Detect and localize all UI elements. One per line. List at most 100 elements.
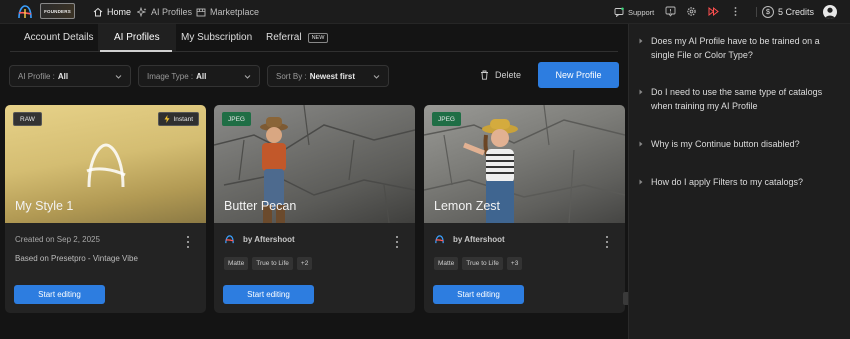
author-name: by Aftershoot bbox=[243, 235, 295, 244]
profile-card[interactable]: RAW Instant My Style 1 Created on Sep 2,… bbox=[5, 105, 206, 313]
chevron-down-icon bbox=[115, 75, 122, 79]
filter-label: Sort By : bbox=[276, 71, 307, 81]
account-tabs: Account Details AI Profiles My Subscript… bbox=[10, 24, 618, 52]
dot bbox=[186, 245, 190, 248]
nav-marketplace-label: Marketplace bbox=[210, 7, 260, 17]
home-icon bbox=[93, 7, 103, 17]
tab-referral[interactable]: Referral NEW bbox=[266, 24, 329, 51]
more-tags-chip[interactable]: +2 bbox=[296, 257, 313, 270]
dot bbox=[605, 236, 609, 239]
faq-question: How do I apply Filters to my catalogs? bbox=[651, 177, 804, 187]
trash-icon bbox=[481, 70, 488, 80]
founders-badge: FOUNDERS bbox=[40, 3, 75, 19]
user-icon bbox=[825, 7, 835, 19]
tag-list: Matte True to Life +3 bbox=[434, 257, 523, 270]
tab-label: Account Details bbox=[24, 32, 94, 43]
chat-icon bbox=[614, 7, 624, 17]
nav-home-label: Home bbox=[107, 7, 132, 17]
filter-value: All bbox=[196, 71, 207, 81]
settings-icon[interactable] bbox=[686, 6, 697, 17]
instant-label: Instant bbox=[173, 115, 193, 123]
tab-account-details[interactable]: Account Details bbox=[24, 24, 93, 51]
based-on: Based on Presetpro - Vintage Vibe bbox=[15, 254, 138, 263]
aftershoot-logo-icon bbox=[225, 235, 234, 244]
nav-ai-profiles[interactable]: AI Profiles bbox=[137, 5, 192, 19]
store-icon bbox=[196, 8, 206, 17]
dot bbox=[186, 240, 190, 244]
nav-marketplace[interactable]: Marketplace bbox=[196, 5, 259, 19]
profile-title: Lemon Zest bbox=[434, 199, 501, 213]
dot bbox=[395, 236, 399, 239]
sort-by-filter[interactable]: Sort By : Newest first bbox=[267, 65, 389, 87]
chevron-down-icon bbox=[373, 75, 380, 79]
user-avatar[interactable] bbox=[823, 5, 837, 19]
delete-button[interactable]: Delete bbox=[480, 69, 521, 81]
start-editing-button[interactable]: Start editing bbox=[14, 285, 105, 304]
topbar-divider bbox=[756, 7, 757, 17]
card-menu-button[interactable] bbox=[395, 236, 399, 248]
aftershoot-logo-icon bbox=[435, 235, 444, 244]
fast-forward-icon[interactable] bbox=[708, 6, 719, 17]
author: by Aftershoot bbox=[434, 234, 505, 245]
feedback-icon[interactable] bbox=[665, 6, 676, 17]
tab-ai-profiles[interactable]: AI Profiles bbox=[100, 24, 172, 52]
new-badge: NEW bbox=[307, 32, 329, 43]
more-vertical-icon[interactable] bbox=[730, 6, 741, 17]
tag-chip: Matte bbox=[224, 257, 249, 270]
lightning-icon bbox=[164, 115, 170, 123]
dot bbox=[395, 245, 399, 248]
credits-display[interactable]: $ 5 Credits bbox=[762, 5, 814, 19]
aftershoot-logo[interactable] bbox=[16, 3, 34, 21]
caret-right-icon bbox=[639, 89, 643, 95]
author: by Aftershoot bbox=[224, 234, 295, 245]
nav-home[interactable]: Home bbox=[93, 5, 131, 19]
new-profile-button[interactable]: New Profile bbox=[538, 62, 619, 88]
chevron-down-icon bbox=[244, 75, 251, 79]
more-tags-chip[interactable]: +3 bbox=[506, 257, 523, 270]
tab-label: Referral bbox=[266, 32, 302, 43]
tag-chip: True to Life bbox=[462, 257, 503, 270]
dot bbox=[605, 245, 609, 248]
faq-item[interactable]: Does my AI Profile have to be trained on… bbox=[639, 34, 839, 62]
faq-question: Why is my Continue button disabled? bbox=[651, 139, 800, 149]
filter-label: Image Type : bbox=[147, 71, 194, 81]
support-label: Support bbox=[628, 7, 655, 17]
faq-question: Does my AI Profile have to be trained on… bbox=[651, 36, 820, 60]
dot bbox=[605, 240, 609, 244]
created-date: Created on Sep 2, 2025 bbox=[15, 235, 100, 244]
card-menu-button[interactable] bbox=[605, 236, 609, 248]
tab-label: AI Profiles bbox=[114, 32, 160, 43]
profile-card[interactable]: JPEG Butter Pecan by Aftershoot Matte Tr… bbox=[214, 105, 415, 313]
faq-item[interactable]: Do I need to use the same type of catalo… bbox=[639, 85, 839, 113]
image-type-badge: RAW bbox=[13, 112, 42, 126]
caret-right-icon bbox=[639, 141, 643, 147]
dot bbox=[395, 240, 399, 244]
profile-title: Butter Pecan bbox=[224, 199, 297, 213]
filter-label: AI Profile : bbox=[18, 71, 55, 81]
image-type-filter[interactable]: Image Type : All bbox=[138, 65, 260, 87]
faq-panel: Does my AI Profile have to be trained on… bbox=[628, 24, 850, 339]
tab-label: My Subscription bbox=[181, 32, 253, 43]
filter-value: All bbox=[57, 71, 69, 81]
delete-label: Delete bbox=[495, 70, 522, 80]
faq-item[interactable]: How do I apply Filters to my catalogs? bbox=[639, 175, 839, 189]
faq-item[interactable]: Why is my Continue button disabled? bbox=[639, 137, 839, 151]
coin-icon: $ bbox=[762, 6, 774, 18]
faq-question: Do I need to use the same type of catalo… bbox=[651, 87, 823, 111]
caret-right-icon bbox=[639, 38, 643, 44]
support-link[interactable]: Support bbox=[614, 6, 654, 18]
author-name: by Aftershoot bbox=[453, 235, 505, 244]
start-editing-button[interactable]: Start editing bbox=[223, 285, 314, 304]
tag-list: Matte True to Life +2 bbox=[224, 257, 313, 270]
ai-profile-filter[interactable]: AI Profile : All bbox=[9, 65, 131, 87]
profile-card[interactable]: JPEG Lemon Zest by Aftershoot Matte True… bbox=[424, 105, 625, 313]
sparkle-icon bbox=[137, 7, 147, 17]
image-type-badge: JPEG bbox=[432, 112, 461, 126]
image-type-badge: JPEG bbox=[222, 112, 251, 126]
card-menu-button[interactable] bbox=[186, 236, 190, 248]
tab-my-subscription[interactable]: My Subscription bbox=[181, 24, 252, 51]
start-editing-button[interactable]: Start editing bbox=[433, 285, 524, 304]
nav-ai-profiles-label: AI Profiles bbox=[151, 7, 193, 17]
dot bbox=[186, 236, 190, 239]
tag-chip: True to Life bbox=[252, 257, 293, 270]
